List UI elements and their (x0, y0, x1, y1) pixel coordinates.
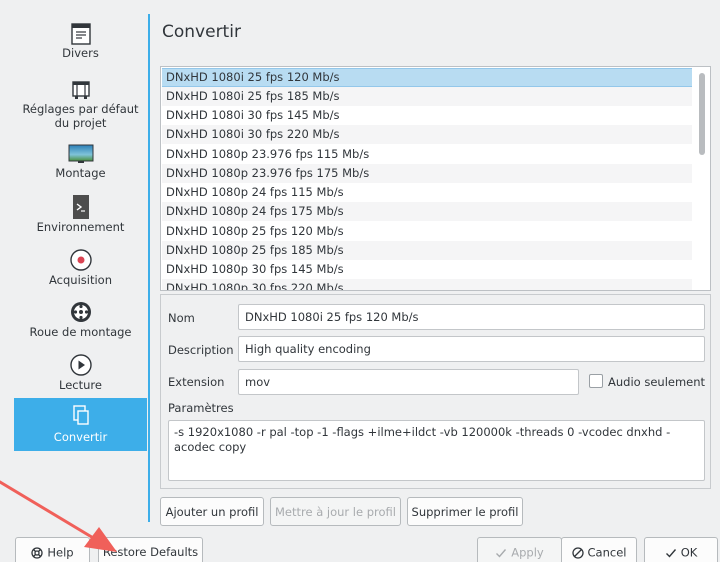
params-textarea[interactable]: -s 1920x1080 -r pal -top -1 -flags +ilme… (168, 420, 705, 481)
check-icon (665, 548, 676, 558)
delete-profile-button[interactable]: Supprimer le profil (407, 497, 523, 526)
document-icon (70, 23, 91, 45)
sidebar-item-roue-de-montage[interactable]: Roue de montage (14, 299, 147, 351)
sidebar-item-project-defaults[interactable]: Réglages par défaut du projet (14, 78, 147, 148)
audio-only-label: Audio seulement (608, 375, 706, 389)
extension-label: Extension (168, 375, 225, 389)
restore-defaults-button[interactable]: Restore Defaults (98, 537, 203, 562)
audio-only-checkbox[interactable] (589, 374, 603, 388)
help-label: Help (47, 545, 74, 560)
list-item[interactable]: DNxHD 1080i 25 fps 120 Mb/s (162, 68, 692, 87)
params-label: Paramètres (168, 401, 234, 415)
sidebar-item-environnement[interactable]: Environnement (14, 194, 147, 246)
profile-list[interactable]: DNxHD 1080i 25 fps 120 Mb/s DNxHD 1080i … (160, 66, 711, 291)
sidebar-item-label: Environnement (36, 220, 125, 234)
extension-field[interactable]: mov (238, 369, 579, 395)
name-field[interactable]: DNxHD 1080i 25 fps 120 Mb/s (238, 304, 705, 330)
settings-sidebar: Divers Réglages par défaut du projet Mon… (14, 14, 147, 536)
play-icon (69, 354, 92, 376)
convert-icon (72, 405, 89, 425)
add-profile-button[interactable]: Ajouter un profil (160, 497, 264, 526)
list-item[interactable]: DNxHD 1080p 23.976 fps 175 Mb/s (162, 164, 692, 183)
list-item[interactable]: DNxHD 1080p 30 fps 145 Mb/s (162, 260, 692, 279)
cancel-label: Cancel (587, 545, 627, 560)
list-item[interactable]: DNxHD 1080p 25 fps 185 Mb/s (162, 241, 692, 260)
film-reel-icon (71, 81, 90, 99)
help-lifebuoy-icon (31, 546, 44, 559)
update-profile-button[interactable]: Mettre à jour le profil (270, 497, 401, 526)
sidebar-item-divers[interactable]: Divers (14, 22, 147, 74)
description-label: Description (168, 343, 234, 357)
description-field[interactable]: High quality encoding (238, 336, 705, 362)
check-icon (496, 548, 507, 558)
apply-button[interactable]: Apply (477, 537, 562, 562)
help-button[interactable]: Help (15, 537, 90, 562)
ok-label: OK (680, 545, 698, 560)
list-item[interactable]: DNxHD 1080p 24 fps 175 Mb/s (162, 202, 692, 221)
list-item[interactable]: DNxHD 1080i 25 fps 185 Mb/s (162, 87, 692, 106)
sidebar-item-label: Convertir (53, 430, 108, 444)
sidebar-item-label: Montage (55, 166, 106, 180)
sidebar-item-convertir[interactable]: Convertir (14, 398, 147, 451)
sidebar-item-label: Roue de montage (29, 325, 132, 339)
list-scrollbar[interactable] (699, 73, 705, 155)
sidebar-item-montage[interactable]: Montage (14, 142, 147, 194)
list-item[interactable]: DNxHD 1080p 24 fps 115 Mb/s (162, 183, 692, 202)
sidebar-item-label: Acquisition (49, 273, 112, 287)
jog-wheel-icon (70, 302, 91, 322)
name-label: Nom (168, 311, 195, 325)
sidebar-separator (148, 14, 150, 522)
list-item[interactable]: DNxHD 1080p 30 fps 220 Mb/s (162, 279, 692, 290)
sidebar-item-label: Lecture (59, 378, 102, 392)
list-item[interactable]: DNxHD 1080p 23.976 fps 115 Mb/s (162, 145, 692, 164)
list-item[interactable]: DNxHD 1080i 30 fps 145 Mb/s (162, 106, 692, 125)
sidebar-item-acquisition[interactable]: Acquisition (14, 247, 147, 299)
list-item[interactable]: DNxHD 1080p 25 fps 120 Mb/s (162, 222, 692, 241)
apply-label: Apply (511, 545, 544, 560)
terminal-icon (72, 195, 89, 219)
monitor-image-icon (68, 144, 93, 163)
cancel-icon (571, 546, 584, 559)
page-title: Convertir (162, 22, 241, 42)
list-item[interactable]: DNxHD 1080i 30 fps 220 Mb/s (162, 125, 692, 144)
cancel-button[interactable]: Cancel (561, 537, 637, 562)
ok-button[interactable]: OK (644, 537, 718, 562)
record-icon (69, 249, 92, 271)
sidebar-item-lecture[interactable]: Lecture (14, 352, 147, 404)
sidebar-item-label: Divers (62, 46, 99, 60)
sidebar-item-label: Réglages par défaut du projet (22, 102, 139, 130)
profile-details-panel: Nom DNxHD 1080i 25 fps 120 Mb/s Descript… (160, 294, 711, 489)
